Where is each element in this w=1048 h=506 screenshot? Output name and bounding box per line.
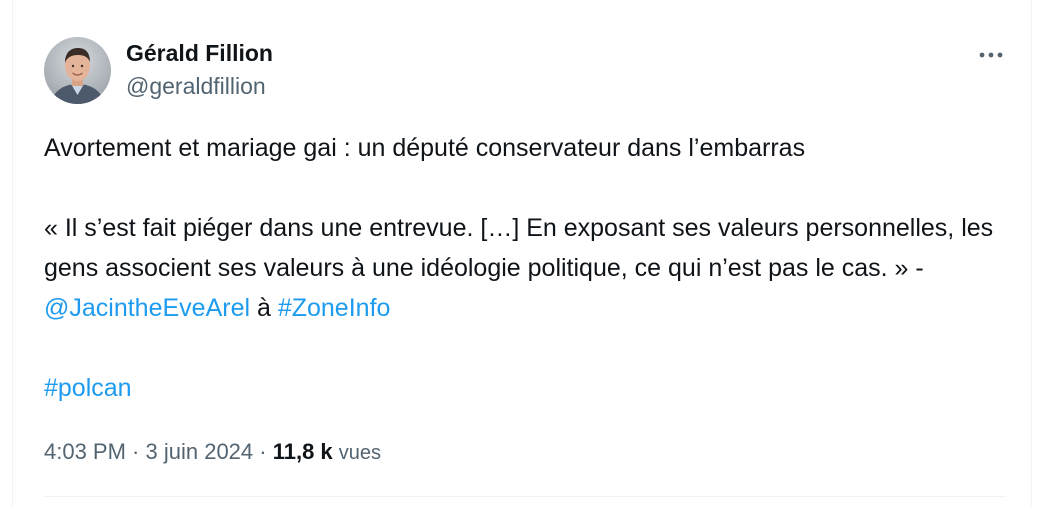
avatar-photo	[44, 37, 111, 104]
tweet-time[interactable]: 4:03 PM	[44, 439, 126, 464]
author-display-name[interactable]: Gérald Fillion	[126, 38, 273, 68]
more-options-button[interactable]	[973, 40, 1009, 70]
hashtag-zoneinfo-link[interactable]: #ZoneInfo	[278, 294, 391, 322]
mention-link[interactable]: @JacintheEveArel	[44, 294, 250, 322]
tweet-meta: 4:03 PM · 3 juin 2024 · 11,8 k vues	[44, 436, 381, 469]
author-handle[interactable]: @geraldfillion	[126, 71, 273, 101]
meta-separator: ·	[253, 439, 273, 464]
tweet-quote: « Il s’est fait piéger dans une entrevue…	[44, 214, 994, 282]
connector-text: à	[250, 294, 278, 322]
tweet-card: Gérald Fillion @geraldfillion Avortement…	[12, 0, 1032, 506]
author-avatar[interactable]	[44, 37, 111, 104]
tweet-hashtag-paragraph: #polcan	[44, 368, 1004, 408]
meta-separator: ·	[125, 439, 146, 464]
tweet-text: Avortement et mariage gai : un député co…	[44, 128, 1004, 408]
views-label: vues	[338, 442, 382, 464]
views-count[interactable]: 11,8 k	[273, 439, 333, 464]
tweet-quote-paragraph: « Il s’est fait piéger dans une entrevue…	[44, 208, 1004, 328]
author-block: Gérald Fillion @geraldfillion	[126, 38, 273, 101]
hashtag-polcan-link[interactable]: #polcan	[44, 374, 132, 402]
tweet-date[interactable]: 3 juin 2024	[146, 439, 254, 464]
tweet-headline: Avortement et mariage gai : un député co…	[44, 134, 806, 162]
divider	[44, 496, 1006, 497]
more-horizontal-icon	[979, 52, 1003, 58]
